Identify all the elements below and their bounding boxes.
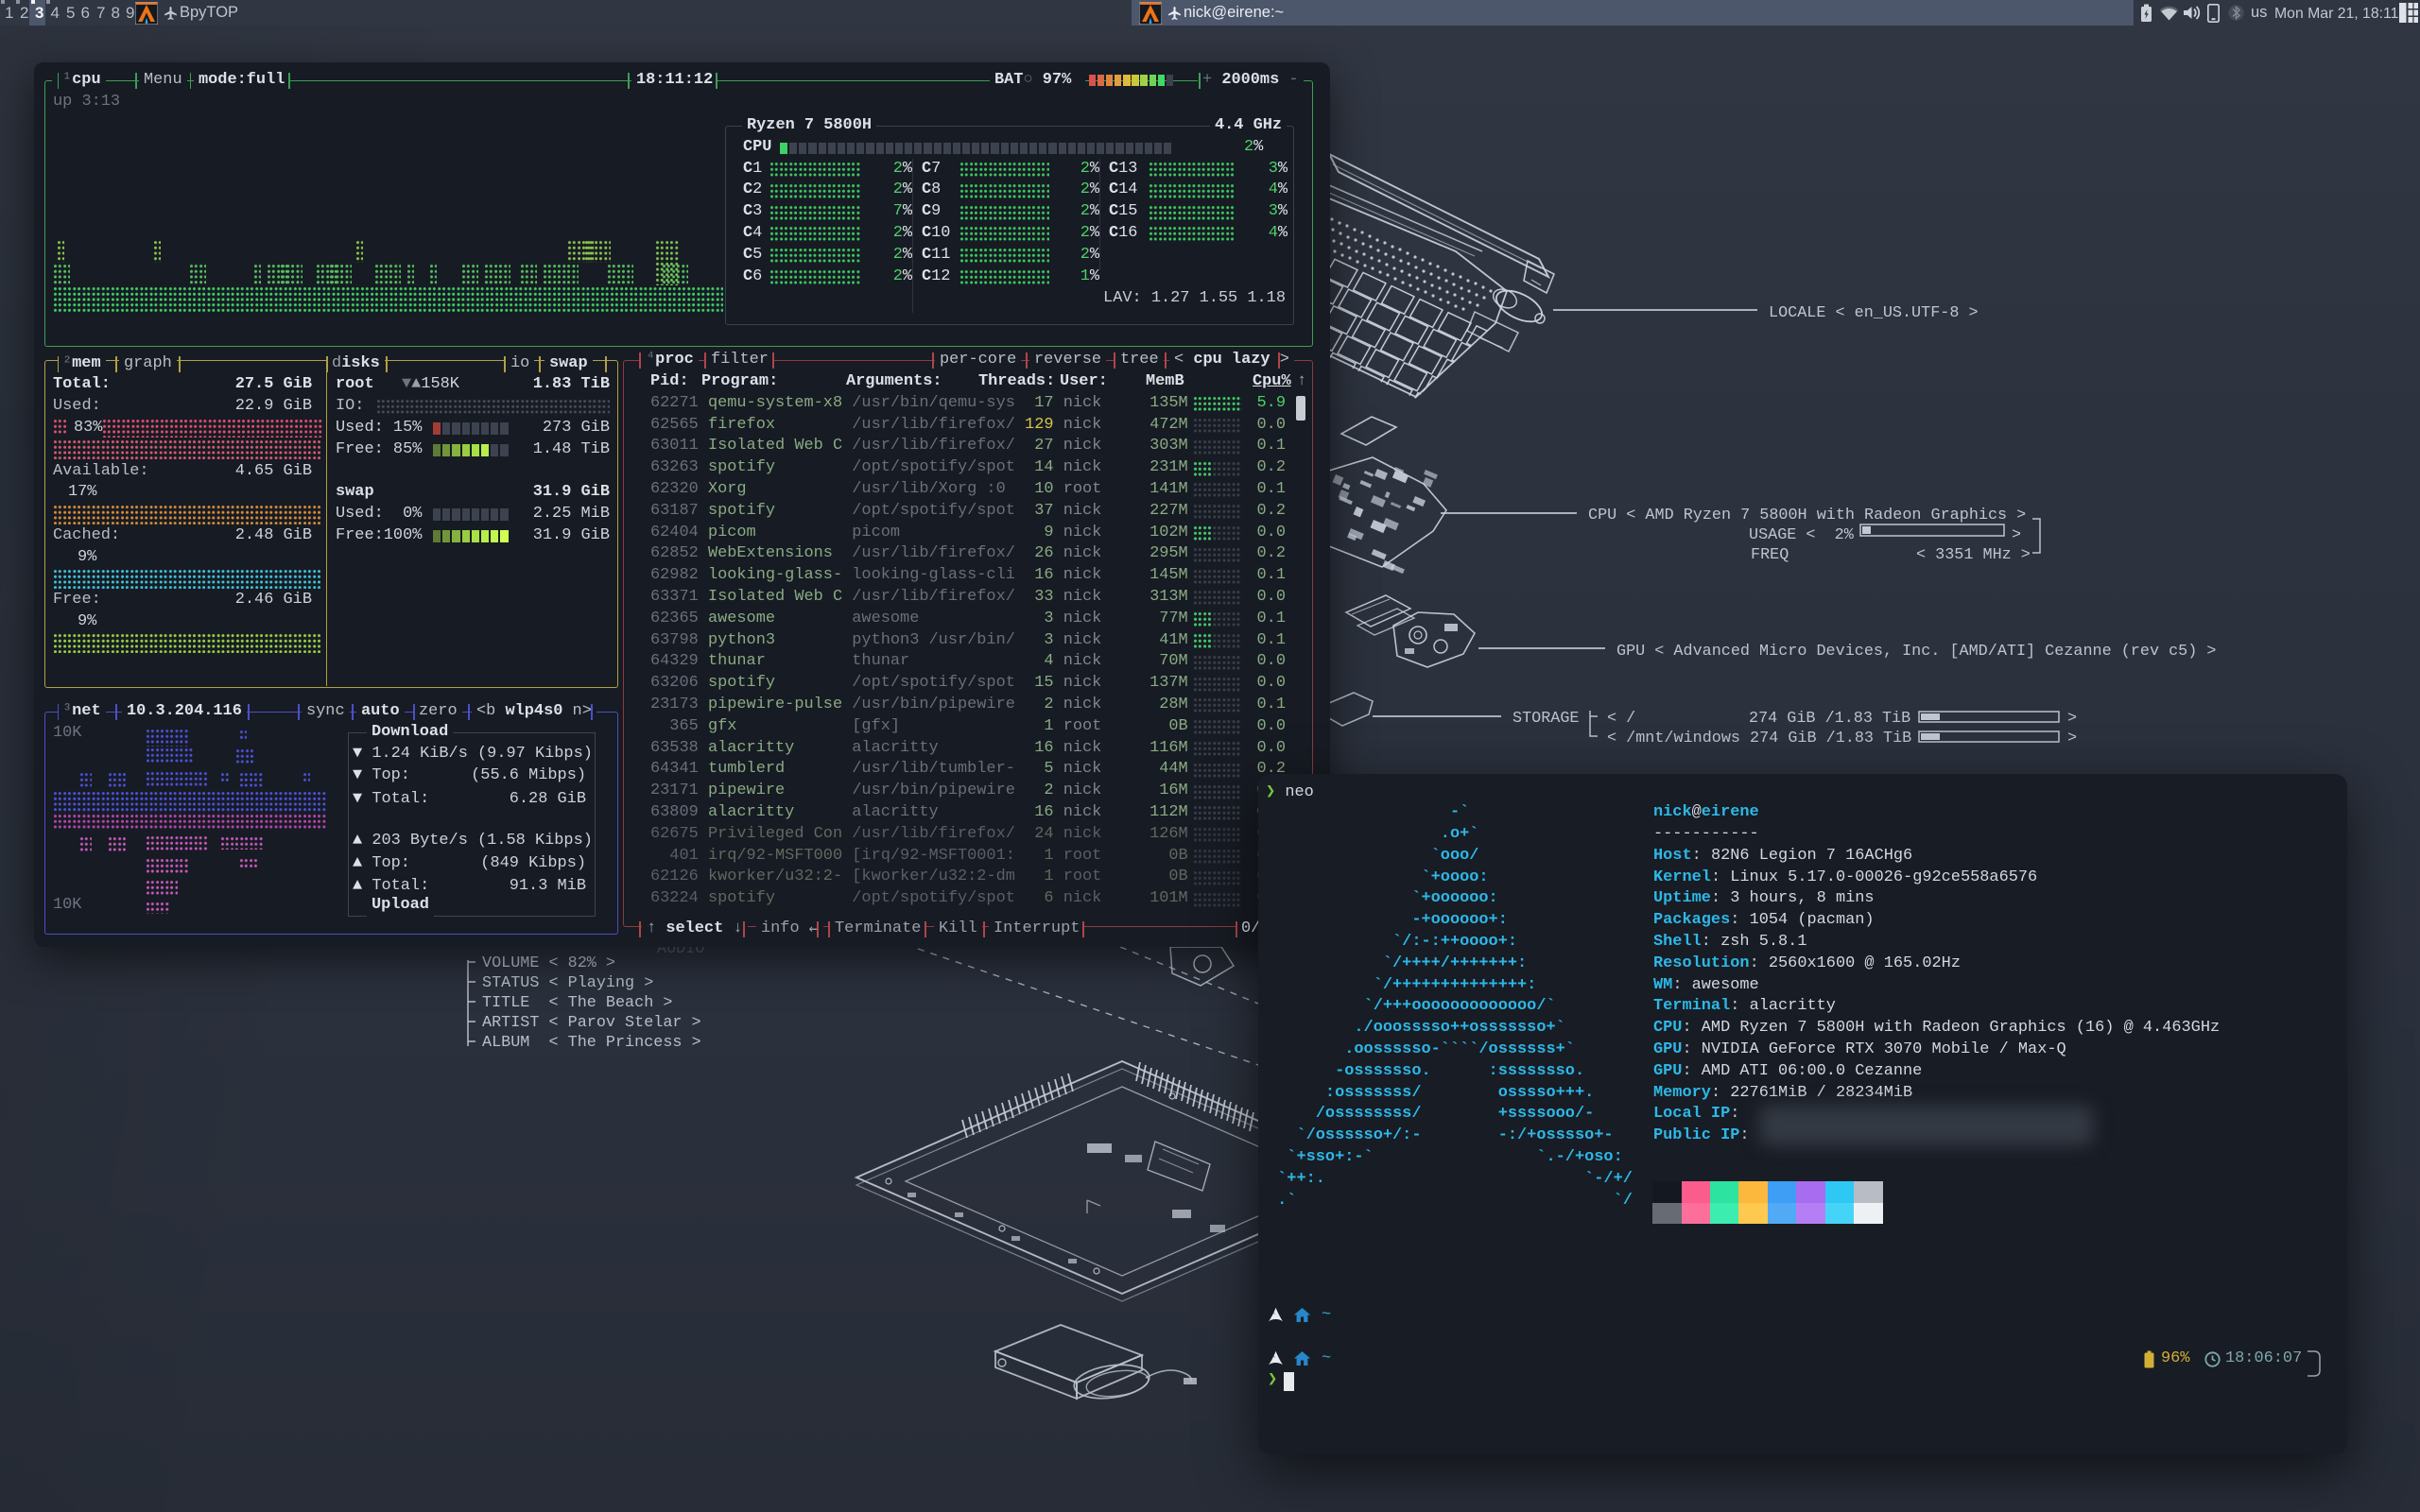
- svg-text:CPU < AMD Ryzen 7 5800H with R: CPU < AMD Ryzen 7 5800H with Radeon Grap…: [1588, 507, 2026, 524]
- svg-text:GPU < Advanced Micro Devices,: GPU < Advanced Micro Devices, Inc. [AMD/…: [1616, 643, 2216, 661]
- svg-text:< /mnt/windows 274 GiB /1.83 T: < /mnt/windows 274 GiB /1.83 TiB: [1607, 730, 1911, 747]
- svg-text:LOCALE < en_US.UTF-8 >: LOCALE < en_US.UTF-8 >: [1769, 304, 1979, 322]
- svg-text:FREQ: FREQ: [1751, 546, 1789, 564]
- svg-text:TITLE < The Beach >: TITLE < The Beach >: [482, 994, 672, 1012]
- svg-text:274 GiB /1.83 TiB: 274 GiB /1.83 TiB: [1749, 710, 1910, 728]
- svg-text:< 3351 MHz >: < 3351 MHz >: [1916, 546, 2031, 564]
- svg-text:USAGE < 2%: USAGE < 2%: [1749, 526, 1855, 544]
- svg-text:>: >: [2067, 710, 2077, 728]
- svg-text:ALBUM < The Princess >: ALBUM < The Princess >: [482, 1034, 701, 1052]
- svg-text:STATUS < Playing >: STATUS < Playing >: [482, 974, 653, 992]
- svg-text:STORAGE: STORAGE: [1512, 710, 1580, 728]
- svg-text:>: >: [2067, 730, 2077, 747]
- svg-text:< /: < /: [1607, 710, 1635, 728]
- svg-text:VOLUME < 82% >: VOLUME < 82% >: [482, 954, 615, 972]
- svg-text:ARTIST < Parov Stelar >: ARTIST < Parov Stelar >: [482, 1014, 701, 1032]
- svg-text:>: >: [2012, 526, 2021, 544]
